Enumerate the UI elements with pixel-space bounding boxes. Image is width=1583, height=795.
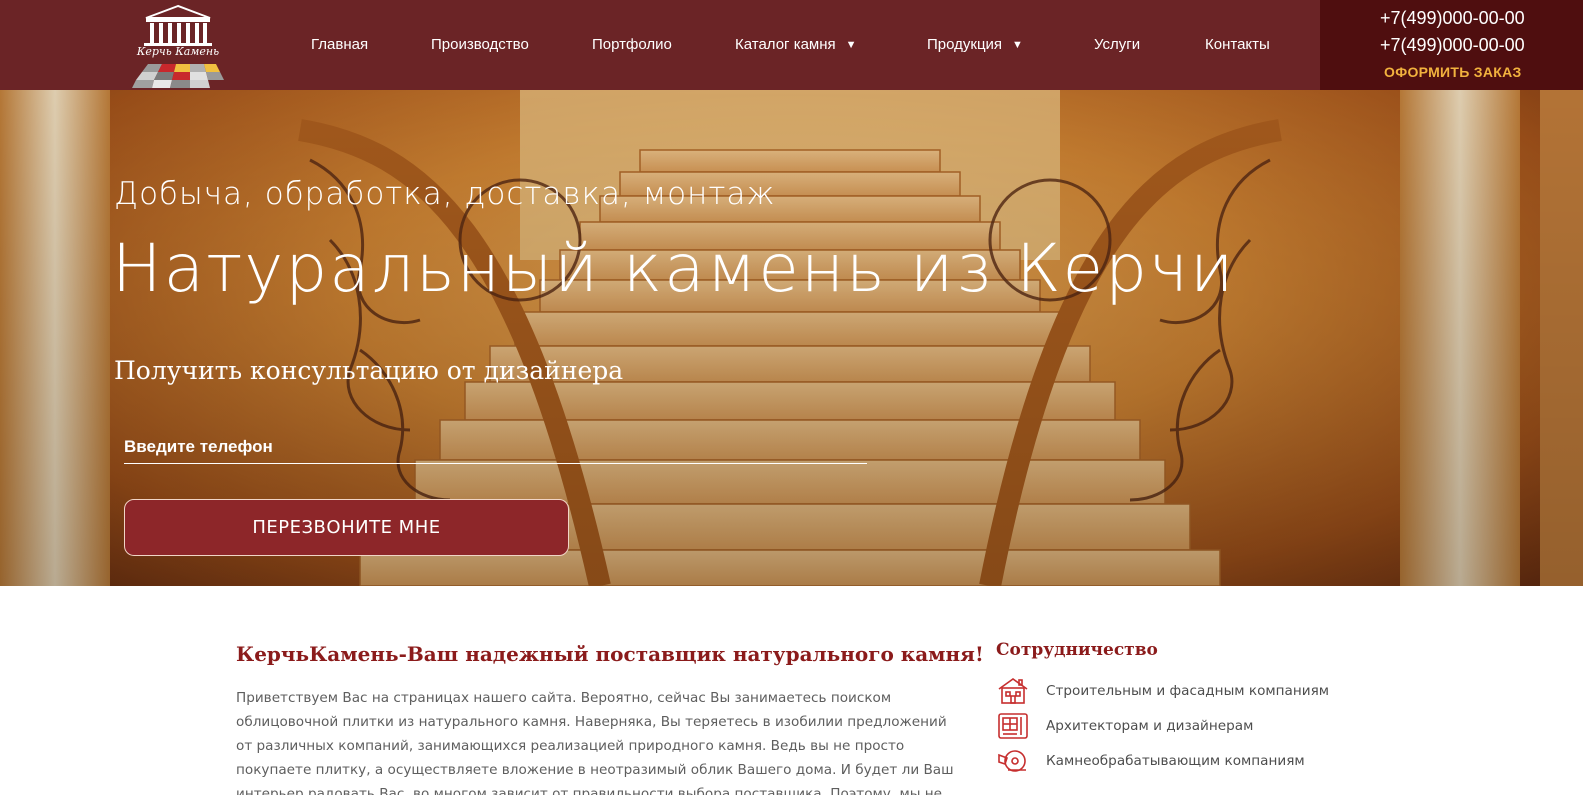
- cooperation-label: Строительным и фасадным компаниям: [1046, 683, 1330, 699]
- nav-item-contacts[interactable]: Контакты: [1205, 36, 1270, 53]
- cooperation-label: Камнеобрабатывающим компаниям: [1046, 753, 1305, 769]
- nav-label: Главная: [311, 36, 369, 53]
- chevron-down-icon: ▼: [845, 39, 857, 51]
- cooperation-item-stoneworks[interactable]: Камнеобрабатывающим компаниям: [996, 746, 1305, 776]
- nav-label: Услуги: [1094, 36, 1141, 53]
- house-icon: [998, 678, 1028, 704]
- hero-subtitle: Добыча, обработка, доставка, монтаж: [114, 176, 776, 212]
- hero-title: Натуральный камень из Керчи: [112, 230, 1236, 307]
- nav-item-services[interactable]: Услуги: [1094, 36, 1140, 53]
- order-link[interactable]: ОФОРМИТЬ ЗАКАЗ: [1384, 64, 1522, 80]
- phone-number-1[interactable]: +7(499)000-00-00: [1380, 8, 1525, 29]
- logo[interactable]: Керчь Камень: [132, 4, 224, 88]
- nav-label: Продукция: [927, 36, 1003, 53]
- about-title: КерчьКамень-Ваш надежный поставщик натур…: [236, 642, 984, 666]
- logo-text: Керчь Камень: [136, 45, 220, 58]
- cooperation-label: Архитекторам и дизайнерам: [1046, 718, 1254, 734]
- phone-number-2[interactable]: +7(499)000-00-00: [1380, 35, 1525, 56]
- consult-heading: Получить консультацию от дизайнера: [114, 356, 624, 385]
- cooperation-title: Сотрудничество: [996, 640, 1158, 660]
- nav-item-products[interactable]: Продукция ▼: [927, 36, 1023, 53]
- nav-label: Контакты: [1205, 36, 1270, 53]
- blueprint-icon: [998, 713, 1028, 739]
- about-text: Приветствуем Вас на страницах нашего сай…: [236, 690, 954, 795]
- nav-label: Каталог камня: [735, 36, 836, 53]
- callback-button-label: ПЕРЕЗВОНИТЕ МНЕ: [252, 517, 441, 538]
- nav-item-home[interactable]: Главная: [311, 36, 368, 53]
- phone-input[interactable]: [124, 430, 867, 464]
- header-contacts: +7(499)000-00-00 +7(499)000-00-00 ОФОРМИ…: [1320, 0, 1583, 90]
- site-header: Керчь Камень Главная Производство Портфо…: [0, 0, 1583, 90]
- nav-item-portfolio[interactable]: Портфолио: [592, 36, 672, 53]
- nav-item-stone-catalog[interactable]: Каталог камня ▼: [735, 36, 857, 53]
- hero-section: Добыча, обработка, доставка, монтаж Нату…: [0, 90, 1583, 586]
- cooperation-item-construction[interactable]: Строительным и фасадным компаниям: [996, 676, 1329, 706]
- callback-button[interactable]: ПЕРЕЗВОНИТЕ МНЕ: [124, 499, 569, 556]
- chevron-down-icon: ▼: [1012, 39, 1023, 51]
- nav-label: Производство: [431, 36, 529, 53]
- stone-saw-icon: [998, 750, 1026, 772]
- nav-item-production[interactable]: Производство: [431, 36, 529, 53]
- nav-label: Портфолио: [592, 36, 672, 53]
- cooperation-item-architects[interactable]: Архитекторам и дизайнерам: [996, 711, 1253, 741]
